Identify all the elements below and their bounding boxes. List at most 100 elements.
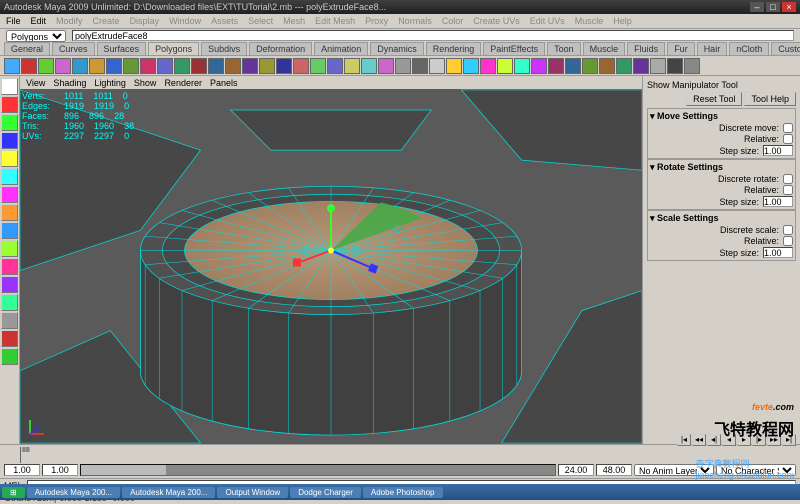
shelf-tab-fur[interactable]: Fur [667, 42, 695, 55]
task-item[interactable]: Dodge Charger [290, 487, 361, 498]
vp-menu-renderer[interactable]: Renderer [164, 78, 202, 88]
shelf-tab-general[interactable]: General [4, 42, 50, 55]
shelf-icon-3[interactable] [55, 58, 71, 74]
minimize-button[interactable]: – [750, 2, 764, 12]
tool-button-6[interactable] [1, 186, 18, 203]
menu-window[interactable]: Window [169, 16, 201, 26]
menu-edit-uvs[interactable]: Edit UVs [530, 16, 565, 26]
shelf-icon-9[interactable] [157, 58, 173, 74]
rewind-start-button[interactable]: |◂ [677, 434, 691, 446]
shelf-icon-35[interactable] [599, 58, 615, 74]
shelf-icon-4[interactable] [72, 58, 88, 74]
shelf-icon-5[interactable] [89, 58, 105, 74]
vp-menu-show[interactable]: Show [134, 78, 157, 88]
shelf-icon-40[interactable] [684, 58, 700, 74]
shelf-icon-23[interactable] [395, 58, 411, 74]
tool-button-11[interactable] [1, 276, 18, 293]
menu-help[interactable]: Help [613, 16, 632, 26]
shelf-tab-surfaces[interactable]: Surfaces [97, 42, 147, 55]
field-relative[interactable] [783, 236, 793, 246]
tool-button-2[interactable] [1, 114, 18, 131]
shelf-tab-muscle[interactable]: Muscle [583, 42, 626, 55]
shelf-icon-1[interactable] [21, 58, 37, 74]
task-item[interactable]: Output Window [217, 487, 288, 498]
range-end-inner[interactable] [558, 464, 594, 476]
shelf-icon-14[interactable] [242, 58, 258, 74]
menu-display[interactable]: Display [130, 16, 160, 26]
tool-button-9[interactable] [1, 240, 18, 257]
shelf-icon-17[interactable] [293, 58, 309, 74]
shelf-icon-8[interactable] [140, 58, 156, 74]
menu-proxy[interactable]: Proxy [365, 16, 388, 26]
tool-help-button[interactable]: Tool Help [744, 92, 796, 106]
shelf-tab-ncloth[interactable]: nCloth [729, 42, 769, 55]
tool-button-7[interactable] [1, 204, 18, 221]
task-item[interactable]: Adobe Photoshop [363, 487, 443, 498]
shelf-icon-2[interactable] [38, 58, 54, 74]
shelf-icon-37[interactable] [633, 58, 649, 74]
shelf-icon-25[interactable] [429, 58, 445, 74]
shelf-icon-32[interactable] [548, 58, 564, 74]
shelf-tab-fluids[interactable]: Fluids [627, 42, 665, 55]
shelf-icon-12[interactable] [208, 58, 224, 74]
field-relative[interactable] [783, 134, 793, 144]
field-discretescale[interactable] [783, 225, 793, 235]
shelf-icon-15[interactable] [259, 58, 275, 74]
shelf-tab-toon[interactable]: Toon [547, 42, 581, 55]
shelf-icon-31[interactable] [531, 58, 547, 74]
menu-modify[interactable]: Modify [56, 16, 83, 26]
shelf-tab-dynamics[interactable]: Dynamics [370, 42, 424, 55]
shelf-icon-7[interactable] [123, 58, 139, 74]
tool-button-13[interactable] [1, 312, 18, 329]
field-stepsize[interactable] [763, 247, 793, 258]
field-stepsize[interactable] [763, 145, 793, 156]
menu-edit[interactable]: Edit [31, 16, 47, 26]
menu-mesh[interactable]: Mesh [283, 16, 305, 26]
viewport[interactable]: Verts:101110110Edges:191919190Faces:8968… [20, 89, 642, 444]
tool-button-3[interactable] [1, 132, 18, 149]
shelf-icon-11[interactable] [191, 58, 207, 74]
range-slider[interactable] [80, 464, 556, 476]
start-button[interactable]: ⊞ [2, 487, 25, 498]
shelf-icon-13[interactable] [225, 58, 241, 74]
tool-button-15[interactable] [1, 348, 18, 365]
step-back-button[interactable]: ◂◂ [692, 434, 706, 446]
tool-button-1[interactable] [1, 96, 18, 113]
vp-menu-shading[interactable]: Shading [53, 78, 86, 88]
field-discreterotate[interactable] [783, 174, 793, 184]
field-discretemove[interactable] [783, 123, 793, 133]
menu-muscle[interactable]: Muscle [575, 16, 604, 26]
menu-edit-mesh[interactable]: Edit Mesh [315, 16, 355, 26]
shelf-icon-34[interactable] [582, 58, 598, 74]
shelf-tab-painteffects[interactable]: PaintEffects [483, 42, 545, 55]
vp-menu-panels[interactable]: Panels [210, 78, 238, 88]
shelf-icon-24[interactable] [412, 58, 428, 74]
shelf-icon-38[interactable] [650, 58, 666, 74]
menu-color[interactable]: Color [442, 16, 464, 26]
tool-button-4[interactable] [1, 150, 18, 167]
tool-button-8[interactable] [1, 222, 18, 239]
tool-button-0[interactable] [1, 78, 18, 95]
shelf-tab-hair[interactable]: Hair [697, 42, 728, 55]
shelf-icon-28[interactable] [480, 58, 496, 74]
shelf-icon-20[interactable] [344, 58, 360, 74]
shelf-icon-16[interactable] [276, 58, 292, 74]
shelf-icon-18[interactable] [310, 58, 326, 74]
module-selector[interactable]: Polygons [6, 30, 66, 42]
menu-select[interactable]: Select [248, 16, 273, 26]
tool-button-12[interactable] [1, 294, 18, 311]
field-relative[interactable] [783, 185, 793, 195]
shelf-icon-22[interactable] [378, 58, 394, 74]
shelf-tab-deformation[interactable]: Deformation [249, 42, 312, 55]
tool-button-10[interactable] [1, 258, 18, 275]
range-end-outer[interactable] [596, 464, 632, 476]
shelf-icon-26[interactable] [446, 58, 462, 74]
range-start-outer[interactable] [4, 464, 40, 476]
shelf-tab-rendering[interactable]: Rendering [426, 42, 482, 55]
task-item[interactable]: Autodesk Maya 200... [27, 487, 120, 498]
reset-tool-button[interactable]: Reset Tool [686, 92, 742, 106]
task-item[interactable]: Autodesk Maya 200... [122, 487, 215, 498]
shelf-icon-33[interactable] [565, 58, 581, 74]
vp-menu-view[interactable]: View [26, 78, 45, 88]
shelf-icon-30[interactable] [514, 58, 530, 74]
